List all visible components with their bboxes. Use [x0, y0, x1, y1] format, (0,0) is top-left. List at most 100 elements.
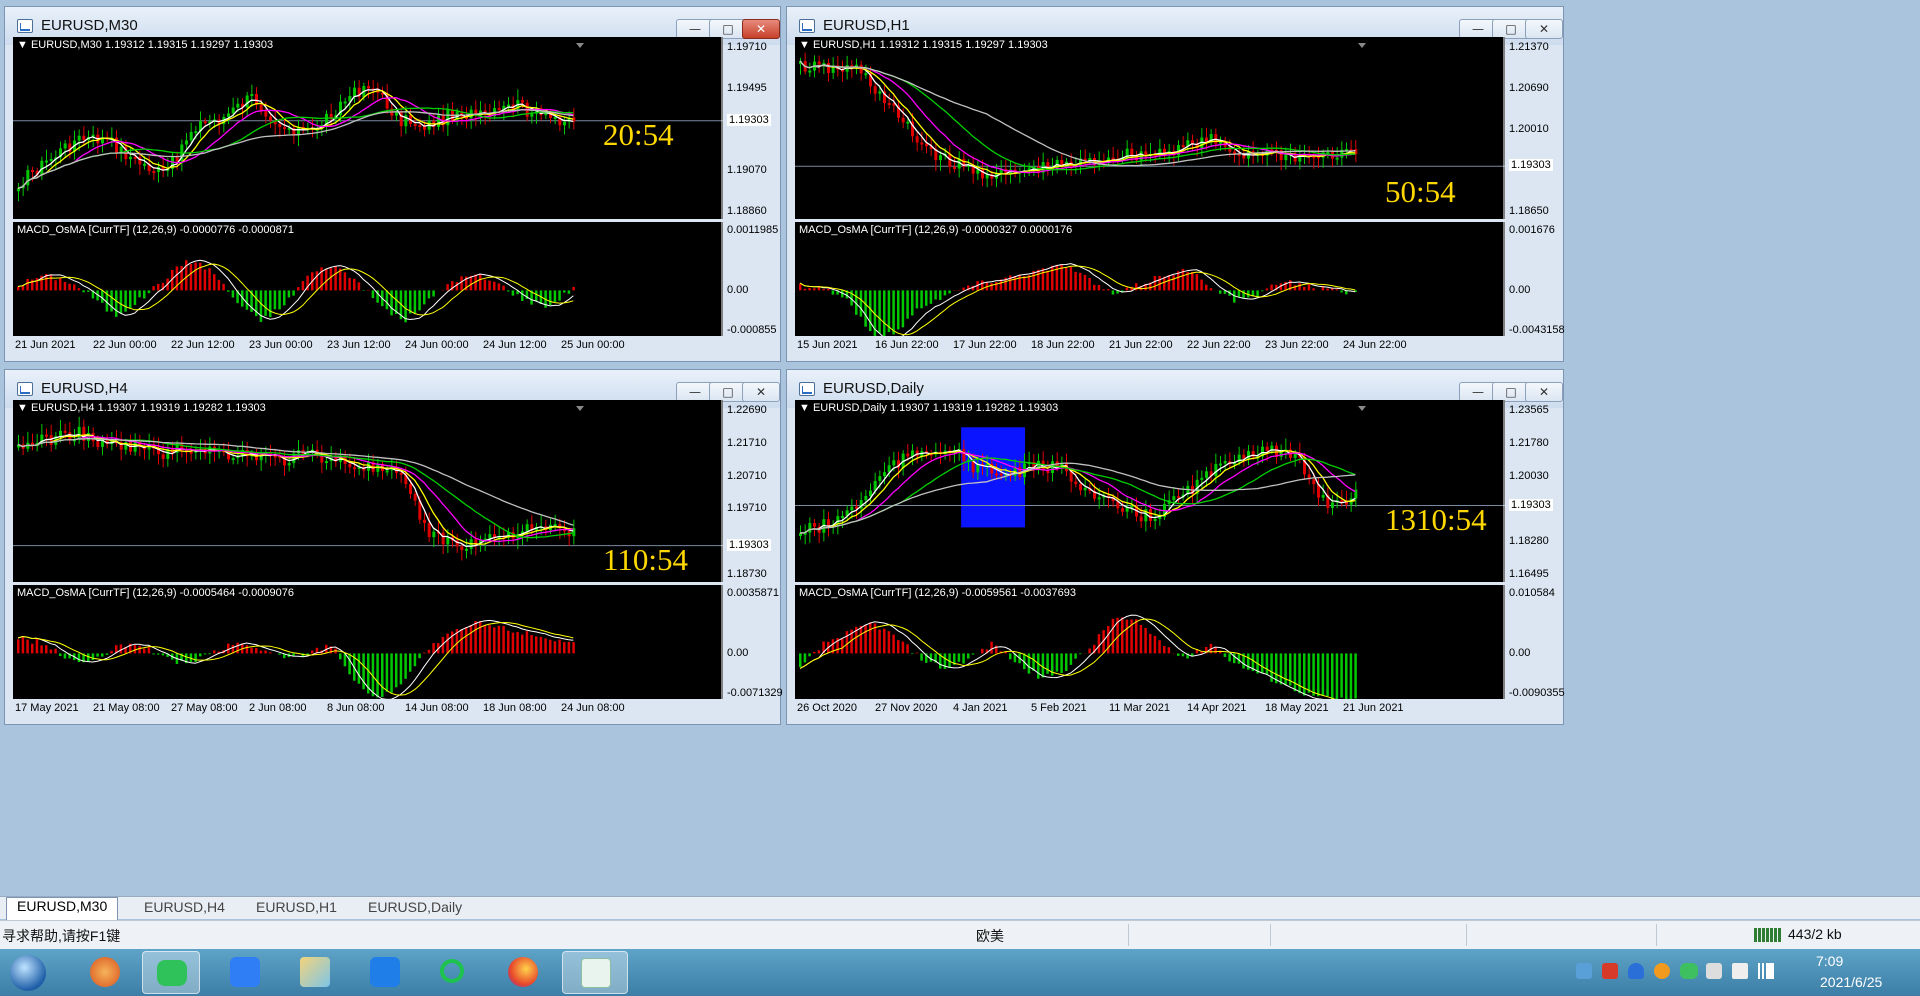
chart-window-m30[interactable]: EURUSD,M30 — □ ✕ ▼ EURUSD,M30 1.19312 1.…	[4, 6, 781, 362]
histogram-bar	[1335, 289, 1339, 291]
signal-icon[interactable]	[1758, 963, 1774, 979]
histogram-bar	[1209, 288, 1213, 291]
clock-date[interactable]: 2021/6/25	[1820, 974, 1882, 990]
time-axis-label: 26 Oct 2020	[797, 702, 857, 714]
histogram-bar	[1279, 653, 1283, 685]
candle-body	[953, 166, 956, 169]
histogram-bar	[1097, 284, 1101, 291]
histogram-bar	[329, 268, 333, 291]
candle-body	[887, 103, 891, 106]
close-button[interactable]: ✕	[742, 19, 780, 39]
chart-window-daily[interactable]: EURUSD,Daily — □ ✕ ▼ EURUSD,Daily 1.1930…	[786, 369, 1565, 725]
status-profile[interactable]: 欧美	[976, 926, 1004, 946]
time-axis-label: 14 Jun 08:00	[405, 702, 469, 714]
taskbar-app-refresh[interactable]	[424, 951, 482, 994]
close-button[interactable]: ✕	[1525, 19, 1563, 39]
candle-body	[553, 117, 557, 120]
clock-time[interactable]: 7:09	[1816, 953, 1843, 969]
security-shield-icon[interactable]	[1628, 963, 1644, 979]
chart-window-h1[interactable]: EURUSD,H1 — □ ✕ ▼ EURUSD,H1 1.19312 1.19…	[786, 6, 1565, 362]
candle-body	[869, 490, 872, 497]
candle-body	[245, 95, 249, 108]
chart-symbol-info: ▼ EURUSD,H4 1.19307 1.19319 1.19282 1.19…	[17, 402, 266, 414]
histogram-bar	[892, 634, 895, 654]
taskbar-app-wechat[interactable]	[142, 951, 200, 994]
indicator-label: MACD_OsMA [CurrTF] (12,26,9) -0.0000776 …	[17, 224, 294, 236]
histogram-bar	[133, 290, 137, 305]
time-axis-label: 21 Jun 2021	[15, 339, 76, 351]
candle-body	[446, 109, 450, 126]
taskbar-app-mt4[interactable]	[562, 951, 628, 994]
taskbar-app-browser[interactable]	[76, 951, 134, 994]
price-chart-pane[interactable]: ▼ EURUSD,H4 1.19307 1.19319 1.19282 1.19…	[13, 400, 723, 582]
candle-body	[1265, 446, 1269, 451]
histogram-bar	[357, 282, 361, 291]
histogram-bar	[497, 283, 501, 291]
histogram-bar	[957, 653, 961, 662]
collapse-triangle-icon[interactable]: ▼	[17, 39, 28, 51]
histogram-bar	[311, 650, 314, 654]
tab-eurusd-h1[interactable]: EURUSD,H1	[246, 899, 347, 917]
candle-body	[203, 121, 207, 124]
volume-icon[interactable]	[1732, 963, 1748, 979]
price-axis-label: 1.20690	[1509, 82, 1549, 94]
tab-eurusd-h4[interactable]: EURUSD,H4	[134, 899, 235, 917]
collapse-triangle-icon[interactable]: ▼	[17, 402, 28, 414]
chart-window-icon	[17, 19, 33, 33]
start-button[interactable]	[4, 951, 52, 994]
histogram-bar	[110, 650, 113, 654]
price-chart-pane[interactable]: ▼ EURUSD,H1 1.19312 1.19315 1.19297 1.19…	[795, 37, 1505, 219]
tab-eurusd-m30[interactable]: EURUSD,M30	[6, 897, 119, 920]
macd-osma-pane[interactable]: MACD_OsMA [CurrTF] (12,26,9) -0.0000776 …	[13, 222, 723, 336]
taskbar-app-cloud[interactable]	[356, 951, 414, 994]
candle-countdown: 1310:54	[1385, 502, 1487, 537]
histogram-bar	[1149, 633, 1152, 654]
cloud-app-icon	[370, 957, 400, 987]
taskbar-app-feishu[interactable]	[216, 951, 274, 994]
macd-osma-pane[interactable]: MACD_OsMA [CurrTF] (12,26,9) -0.0005464 …	[13, 585, 723, 699]
network-icon[interactable]	[1706, 963, 1722, 979]
tray-orange-icon[interactable]	[1654, 963, 1670, 979]
chart-window-h4[interactable]: EURUSD,H4 — □ ✕ ▼ EURUSD,H4 1.19307 1.19…	[4, 369, 783, 725]
taskbar-app-maps[interactable]	[286, 951, 344, 994]
histogram-bar	[929, 653, 933, 662]
price-axis-label: 1.19710	[727, 502, 767, 514]
tab-eurusd-daily[interactable]: EURUSD,Daily	[358, 899, 472, 917]
edit-app-icon	[230, 957, 260, 987]
macd-histogram[interactable]	[795, 585, 1505, 699]
candle-body	[353, 467, 356, 470]
current-price-tag: 1.19303	[727, 539, 771, 551]
macd-histogram[interactable]	[13, 585, 723, 699]
collapse-triangle-icon[interactable]: ▼	[799, 39, 810, 51]
price-chart-pane[interactable]: ▼ EURUSD,Daily 1.19307 1.19319 1.19282 1…	[795, 400, 1505, 582]
histogram-bar	[1093, 284, 1096, 291]
macd-histogram[interactable]	[795, 222, 1505, 336]
candle-body	[236, 103, 240, 108]
histogram-bar	[339, 653, 342, 660]
candle-body	[129, 156, 132, 160]
close-button[interactable]: ✕	[1525, 382, 1563, 402]
histogram-bar	[334, 266, 337, 291]
price-axis-label: 1.20710	[727, 470, 767, 482]
tray-app-icon[interactable]	[1576, 963, 1592, 979]
histogram-bar	[245, 290, 249, 310]
histogram-bar	[40, 645, 43, 654]
histogram-bar	[507, 290, 510, 292]
macd-osma-pane[interactable]: MACD_OsMA [CurrTF] (12,26,9) -0.0059561 …	[795, 585, 1505, 699]
macd-osma-pane[interactable]: MACD_OsMA [CurrTF] (12,26,9) -0.0000327 …	[795, 222, 1505, 336]
macd-histogram[interactable]	[13, 222, 723, 336]
histogram-bar	[831, 290, 835, 295]
histogram-bar	[348, 653, 351, 675]
candlestick-chart[interactable]	[795, 400, 1505, 582]
histogram-bar	[269, 652, 272, 654]
histogram-bar	[390, 653, 393, 693]
wechat-tray-icon[interactable]	[1680, 963, 1698, 979]
wps-icon[interactable]	[1602, 963, 1618, 979]
histogram-bar	[535, 636, 538, 654]
time-axis-label: 24 Jun 22:00	[1343, 339, 1407, 351]
close-button[interactable]: ✕	[742, 382, 780, 402]
price-chart-pane[interactable]: ▼ EURUSD,M30 1.19312 1.19315 1.19297 1.1…	[13, 37, 723, 219]
collapse-triangle-icon[interactable]: ▼	[799, 402, 810, 414]
histogram-bar	[1121, 617, 1124, 654]
taskbar-app-firefox[interactable]	[494, 951, 552, 994]
